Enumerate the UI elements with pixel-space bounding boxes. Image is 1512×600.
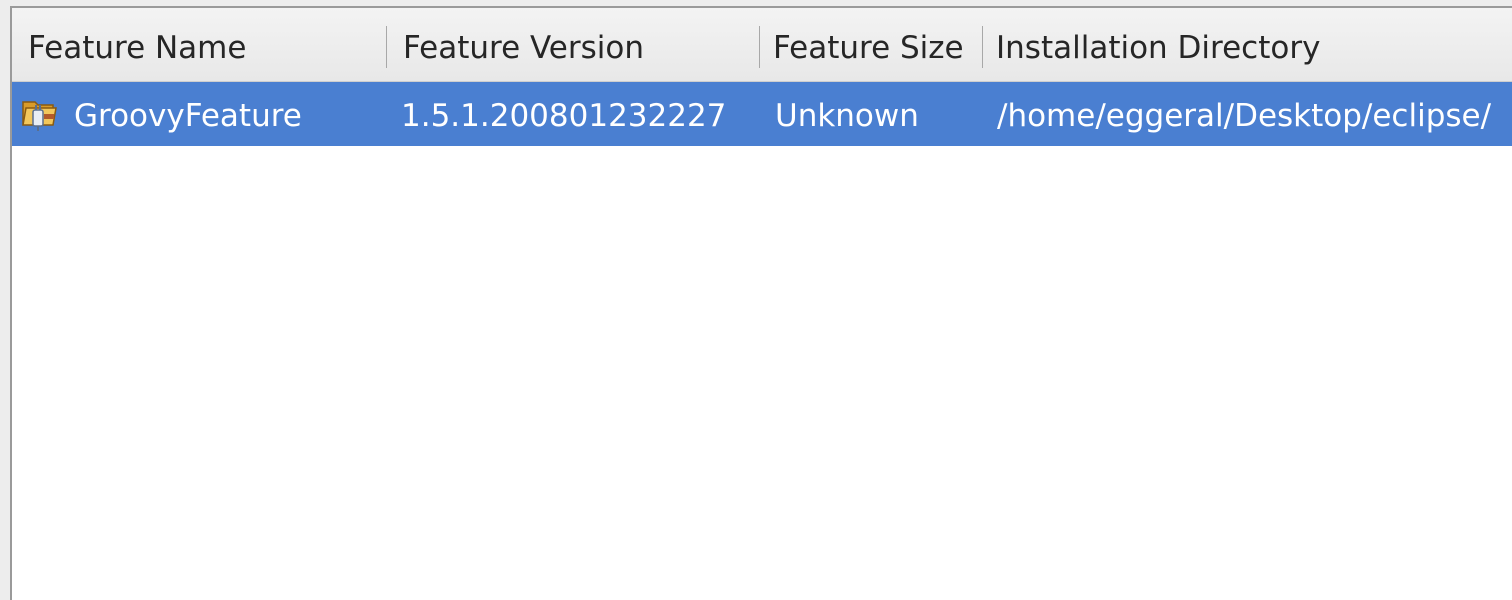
- cell-feature-size: Unknown: [775, 98, 919, 134]
- cell-feature-version: 1.5.1.200801232227: [401, 98, 727, 134]
- column-header-installation-directory[interactable]: Installation Directory: [983, 8, 1512, 81]
- table-row[interactable]: GroovyFeature 1.5.1.200801232227 Unknown…: [12, 82, 1512, 146]
- column-header-feature-name[interactable]: Feature Name: [12, 8, 386, 81]
- cell-installation-directory: /home/eggeral/Desktop/eclipse/: [997, 98, 1492, 134]
- cell-feature-name: GroovyFeature: [74, 98, 302, 134]
- feature-table[interactable]: Feature Name Feature Version Feature Siz…: [10, 6, 1512, 600]
- column-header-feature-size[interactable]: Feature Size: [760, 8, 982, 81]
- feature-icon: [20, 94, 60, 134]
- column-header-feature-version[interactable]: Feature Version: [387, 8, 758, 81]
- table-header: Feature Name Feature Version Feature Siz…: [12, 8, 1512, 82]
